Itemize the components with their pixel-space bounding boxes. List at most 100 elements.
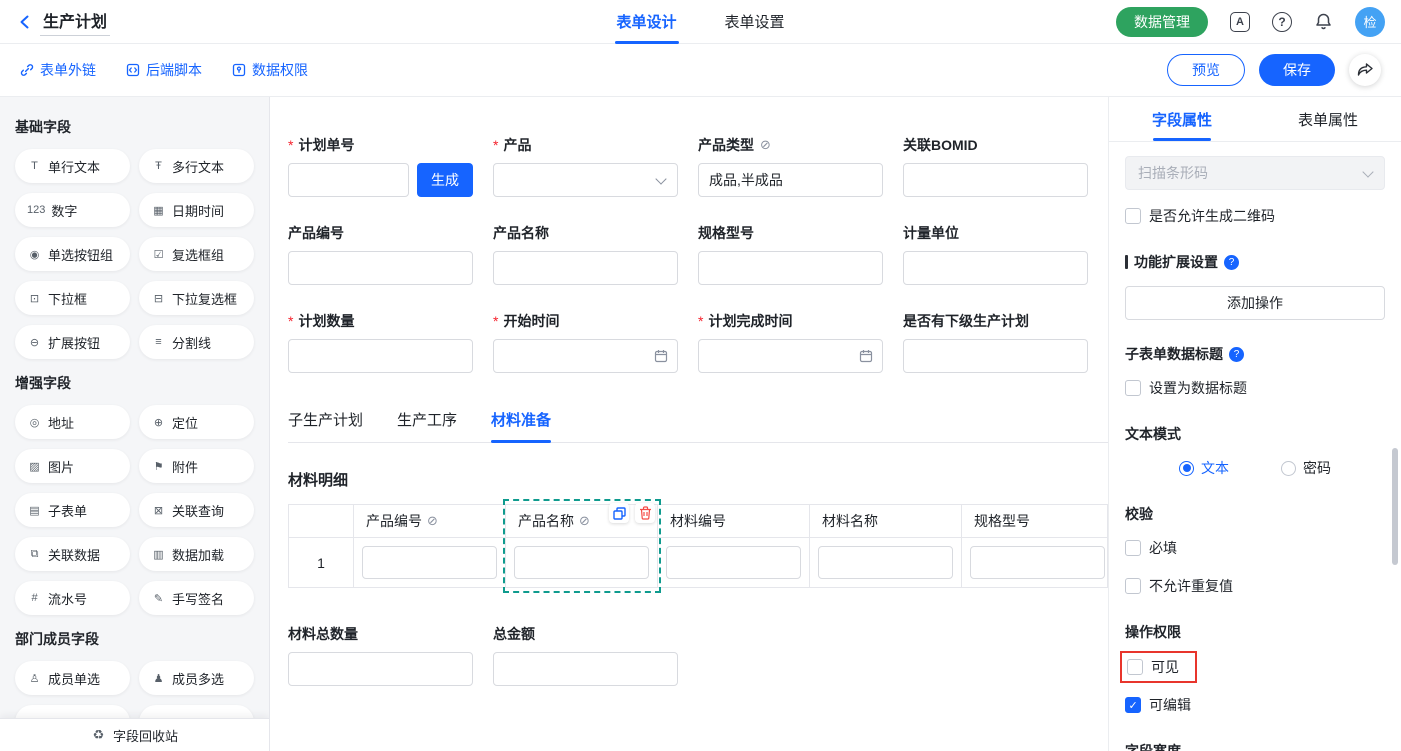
field-label: 开始时间 [493,313,678,329]
tab-sub-production-plan[interactable]: 子生产计划 [288,409,363,442]
plan-no-input[interactable] [288,163,409,197]
row-index-header [289,505,354,537]
product-name-cell-input[interactable] [514,546,649,579]
required-checkbox[interactable]: 必填 [1125,538,1385,558]
amount-total-input[interactable] [493,652,678,686]
plan-qty-input[interactable] [288,339,473,373]
sidebar-item-datetime[interactable]: ▦日期时间 [139,193,254,227]
field-sidebar: 基础字段 T单行文本 Ŧ多行文本 123数字 ▦日期时间 ◉单选按钮组 ☑复选框… [0,97,270,751]
generate-button[interactable]: 生成 [417,163,473,197]
product-type-input[interactable]: 成品,半成品 [698,163,883,197]
sidebar-item-address[interactable]: ◎地址 [15,405,130,439]
spec-cell-input[interactable] [970,546,1105,579]
tab-production-process[interactable]: 生产工序 [397,409,457,442]
barcode-select[interactable]: 扫描条形码 [1125,156,1385,190]
sidebar-item-extend-button[interactable]: ⊖扩展按钮 [15,325,130,359]
radio-label: 文本 [1201,458,1229,478]
sidebar-item-serial-number[interactable]: #流水号 [15,581,130,615]
help-icon[interactable]: ? [1224,255,1239,270]
sidebar-item-location[interactable]: ⊕定位 [139,405,254,439]
data-manage-button[interactable]: 数据管理 [1116,7,1208,37]
form-external-link[interactable]: 表单外链 [20,60,96,80]
spec-input[interactable] [698,251,883,285]
sidebar-item-radio-group[interactable]: ◉单选按钮组 [15,237,130,271]
has-sub-plan-input[interactable] [903,339,1088,373]
field-product-name: 产品名称 [493,225,678,285]
material-total-input[interactable] [288,652,473,686]
sidebar-item-multi-select[interactable]: ⊟下拉复选框 [139,281,254,315]
field-label: 计划单号 [288,137,473,153]
table-cell [810,538,962,587]
tab-field-properties[interactable]: 字段属性 [1109,97,1255,141]
set-data-title-checkbox[interactable]: 设置为数据标题 [1125,378,1385,398]
save-button[interactable]: 保存 [1259,54,1335,86]
unit-input[interactable] [903,251,1088,285]
finish-time-input[interactable] [698,339,883,373]
editable-checkbox[interactable]: 可编辑 [1125,695,1385,715]
sidebar-item-signature[interactable]: ✎手写签名 [139,581,254,615]
product-name-input[interactable] [493,251,678,285]
field-recycle-bin[interactable]: ♻ 字段回收站 [0,718,269,751]
sidebar-item-linked-data[interactable]: ⧉关联数据 [15,537,130,571]
sidebar-item-attachment[interactable]: ⚑附件 [139,449,254,483]
share-arrow-icon [1357,63,1373,77]
sidebar-item-single-line-text[interactable]: T单行文本 [15,149,130,183]
field-label: 产品类型 ⊘ [698,137,883,153]
column-header-material-no[interactable]: 材料编号 [658,505,810,537]
sidebar-item-lookup[interactable]: ⊠关联查询 [139,493,254,527]
product-select[interactable] [493,163,678,197]
sidebar-item-multi-line-text[interactable]: Ŧ多行文本 [139,149,254,183]
notification-bell-icon[interactable] [1314,12,1333,31]
sidebar-item-select[interactable]: ⊡下拉框 [15,281,130,315]
item-label: 日期时间 [172,201,224,220]
tab-form-design[interactable]: 表单设计 [616,0,676,44]
sidebar-item-member-single[interactable]: ♙成员单选 [15,661,130,695]
preview-button[interactable]: 预览 [1167,54,1245,86]
sidebar-item-member-multi[interactable]: ♟成员多选 [139,661,254,695]
product-no-cell-input[interactable] [362,546,497,579]
scrollbar-thumb[interactable] [1392,448,1398,565]
column-header-spec[interactable]: 规格型号 [962,505,1107,537]
help-icon[interactable]: ? [1229,347,1244,362]
section-title: 操作权限 [1125,622,1181,642]
sidebar-item-image[interactable]: ▨图片 [15,449,130,483]
language-icon[interactable]: A [1230,12,1250,32]
sidebar-item-checkbox-group[interactable]: ☑复选框组 [139,237,254,271]
backend-script-link[interactable]: 后端脚本 [126,60,202,80]
link-label: 数据权限 [252,60,308,80]
item-label: 关联查询 [172,501,224,520]
item-label: 成员多选 [172,669,224,688]
tab-form-settings[interactable]: 表单设置 [725,0,785,44]
delete-column-icon[interactable] [635,503,655,523]
tab-form-properties[interactable]: 表单属性 [1255,97,1401,141]
material-no-cell-input[interactable] [666,546,801,579]
column-header-material-name[interactable]: 材料名称 [810,505,962,537]
avatar[interactable]: 检 [1355,7,1385,37]
qr-code-checkbox[interactable]: 是否允许生成二维码 [1125,206,1385,226]
bom-id-input[interactable] [903,163,1088,197]
sidebar-item-number[interactable]: 123数字 [15,193,130,227]
sidebar-item-divider[interactable]: ≡分割线 [139,325,254,359]
add-action-button[interactable]: 添加操作 [1125,286,1385,320]
data-permission-link[interactable]: 数据权限 [232,60,308,80]
script-icon [126,63,140,77]
material-name-cell-input[interactable] [818,546,953,579]
hidden-eye-icon: ⊘ [427,513,438,529]
help-icon[interactable]: ? [1272,12,1292,32]
sidebar-item-data-load[interactable]: ▥数据加载 [139,537,254,571]
no-duplicate-checkbox[interactable]: 不允许重复值 [1125,576,1385,596]
field-spec: 规格型号 [698,225,883,285]
text-mode-radio[interactable]: 文本 [1179,458,1229,478]
visible-checkbox[interactable]: 可见 [1127,657,1179,677]
back-button[interactable] [16,13,34,31]
item-label: 单选按钮组 [48,245,113,264]
start-time-input[interactable] [493,339,678,373]
tab-material-preparation[interactable]: 材料准备 [491,409,551,442]
sidebar-item-subform[interactable]: ▤子表单 [15,493,130,527]
copy-column-icon[interactable] [609,503,629,523]
share-button[interactable] [1349,54,1381,86]
password-mode-radio[interactable]: 密码 [1281,458,1331,478]
product-no-input[interactable] [288,251,473,285]
field-material-total: 材料总数量 [288,626,473,686]
column-header-product-no[interactable]: 产品编号 ⊘ [354,505,506,537]
